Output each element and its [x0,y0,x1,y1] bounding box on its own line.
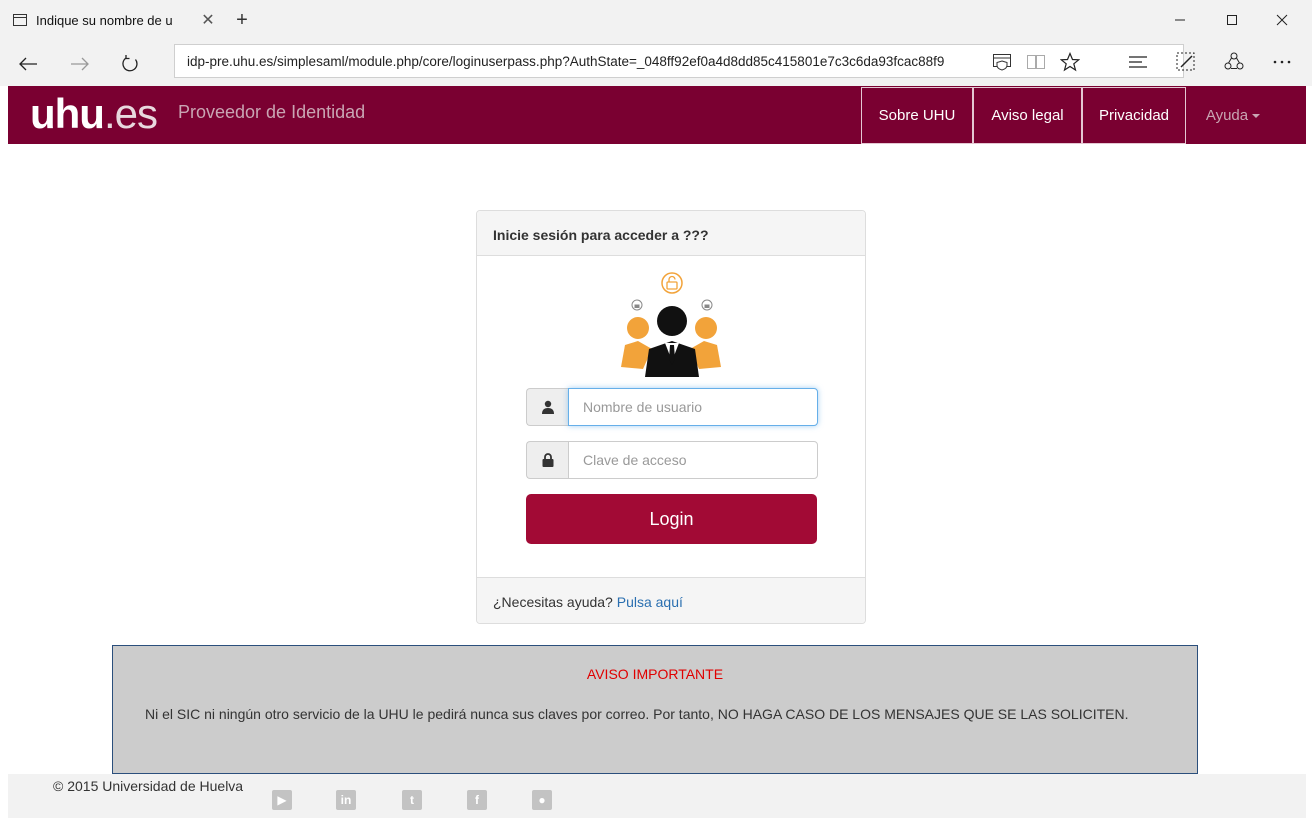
refresh-icon[interactable] [114,48,146,80]
nav-link-sobre-uhu[interactable]: Sobre UHU [861,87,973,144]
tab-title: Indique su nombre de u [36,12,173,28]
help-text: ¿Necesitas ayuda? [493,594,613,610]
notice-title: AVISO IMPORTANTE [586,666,724,682]
login-heading: Inicie sesión para acceder a ??? [477,211,865,256]
plus-icon[interactable]: + [230,8,254,32]
password-input[interactable] [568,441,818,479]
username-input[interactable] [568,388,818,426]
browser-tab[interactable]: Indique su nombre de u ✕ [0,0,220,40]
close-icon[interactable]: ✕ [196,8,220,32]
notice-body: Ni el SIC ni ningún otro servicio de la … [145,706,1129,722]
site-navbar: uhu.es Proveedor de Identidad Sobre UHU … [8,86,1306,144]
password-group [526,441,818,479]
url-text: idp-pre.uhu.es/simplesaml/module.php/cor… [187,54,945,69]
identity-people-logo-icon [621,272,721,377]
important-notice: AVISO IMPORTANTE Ni el SIC ni ningún otr… [112,645,1198,774]
hub-icon[interactable] [1122,46,1154,78]
login-button[interactable]: Login [526,494,817,544]
logo-suffix: .es [103,90,158,137]
site-subtitle: Proveedor de Identidad [178,102,366,122]
help-link[interactable]: Pulsa aquí [617,594,683,610]
facebook-icon[interactable]: f [467,790,487,810]
tracking-shield-icon[interactable] [989,50,1015,74]
youtube-icon[interactable]: ▶ [272,790,292,810]
logo-main: uhu [30,90,105,137]
browser-tab-bar: Indique su nombre de u ✕ + [0,0,1312,40]
login-panel: Inicie sesión para acceder a ??? Logi [476,210,866,624]
window-close-icon[interactable] [1258,0,1306,40]
minimize-icon[interactable] [1156,0,1204,40]
web-note-icon[interactable] [1170,46,1202,78]
tab-page-icon [13,14,27,26]
back-arrow-icon[interactable] [12,48,44,80]
page-footer: © 2015 Universidad de Huelva ▶ in t f ● [8,774,1306,818]
login-footer: ¿Necesitas ayuda? Pulsa aquí [477,577,865,623]
nav-link-privacidad[interactable]: Privacidad [1082,87,1186,144]
username-group [526,388,818,426]
maximize-icon[interactable] [1208,0,1256,40]
uhu-logo[interactable]: uhu.es [30,93,158,135]
user-icon [526,388,568,426]
forward-arrow-icon[interactable] [64,48,96,80]
nav-dropdown-ayuda[interactable]: Ayuda [1188,87,1278,144]
share-icon[interactable] [1218,46,1250,78]
copyright-text: © 2015 Universidad de Huelva [53,778,244,794]
address-bar[interactable]: idp-pre.uhu.es/simplesaml/module.php/cor… [174,44,1184,78]
linkedin-icon[interactable]: in [336,790,356,810]
favorite-star-icon[interactable] [1057,50,1083,74]
twitter-icon[interactable]: t [402,790,422,810]
caret-down-icon [1252,113,1261,118]
more-icon[interactable] [1266,46,1298,78]
reading-view-icon[interactable] [1023,50,1049,74]
nav-help-label: Ayuda [1205,107,1249,124]
nav-link-aviso-legal[interactable]: Aviso legal [973,87,1082,144]
globe-icon[interactable]: ● [532,790,552,810]
lock-icon [526,441,568,479]
